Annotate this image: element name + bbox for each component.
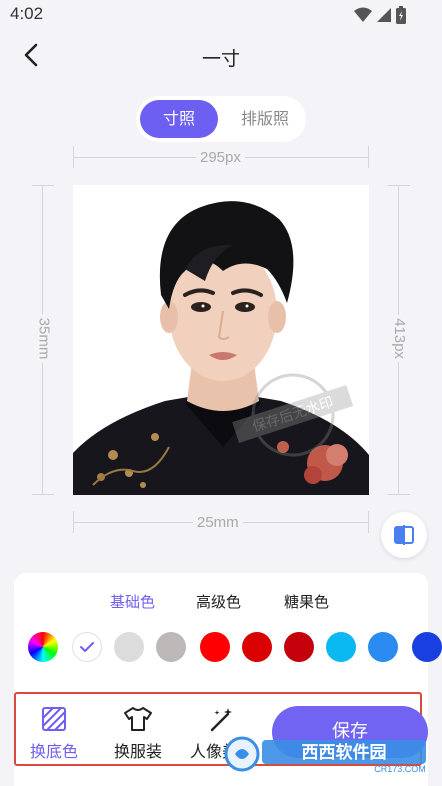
swatch-light-gray[interactable] xyxy=(114,632,144,662)
tab-single-photo[interactable]: 寸照 xyxy=(140,100,218,138)
status-icons xyxy=(354,6,406,28)
dim-tick xyxy=(368,146,369,168)
wifi-icon xyxy=(354,7,372,27)
swatch-dark-red[interactable] xyxy=(242,632,272,662)
compare-button[interactable] xyxy=(381,512,427,558)
height-mm-label: 35mm xyxy=(35,314,53,363)
magic-wand-icon xyxy=(210,708,232,732)
photo-type-segmented: 寸照 排版照 xyxy=(136,96,306,142)
portrait-image: 保存后无水印 xyxy=(73,185,369,495)
swatch-sky-blue[interactable] xyxy=(326,632,356,662)
change-clothes-tool[interactable]: 换服装 xyxy=(114,706,162,762)
width-px-label: 295px xyxy=(196,149,245,166)
dim-tick xyxy=(32,494,54,495)
page-title: 一寸 xyxy=(201,48,240,70)
background-pattern-icon xyxy=(42,707,66,731)
dim-tick xyxy=(73,511,74,533)
dim-tick xyxy=(73,146,74,168)
change-background-tool[interactable]: 换底色 xyxy=(30,706,78,762)
dim-tick xyxy=(388,185,410,186)
swatch-blue[interactable] xyxy=(368,632,398,662)
color-swatch-row xyxy=(14,632,442,666)
dim-tick xyxy=(388,494,410,495)
id-photo: 保存后无水印 xyxy=(73,185,369,495)
swatch-custom-color[interactable] xyxy=(28,632,58,662)
status-time: 4:02 xyxy=(10,4,44,23)
tab-advanced-colors[interactable]: 高级色 xyxy=(196,591,241,612)
site-watermark-brand: 西西软件园 xyxy=(302,742,387,763)
site-watermark: 西西软件园 CR173.COM xyxy=(220,734,432,774)
tshirt-icon xyxy=(124,707,152,731)
compare-icon xyxy=(394,525,414,545)
nav-bar: 一寸 xyxy=(0,34,442,78)
status-bar: 4:02 xyxy=(0,0,442,30)
dim-tick xyxy=(368,511,369,533)
swatch-gray[interactable] xyxy=(156,632,186,662)
battery-icon xyxy=(396,6,406,28)
width-mm-label: 25mm xyxy=(193,514,243,531)
check-icon xyxy=(80,642,94,652)
swatch-crimson[interactable] xyxy=(284,632,314,662)
swatch-royal-blue[interactable] xyxy=(412,632,442,662)
height-px-label: 413px xyxy=(390,315,408,362)
change-background-label: 换底色 xyxy=(30,742,79,761)
signal-icon xyxy=(376,7,392,27)
swatch-white-selected[interactable] xyxy=(72,632,102,662)
swatch-red[interactable] xyxy=(200,632,230,662)
tab-candy-colors[interactable]: 糖果色 xyxy=(284,591,329,612)
site-logo-icon: 西西软件园 CR173.COM xyxy=(224,736,426,774)
change-clothes-label: 换服装 xyxy=(114,742,163,761)
site-watermark-url: CR173.COM xyxy=(374,764,426,774)
tab-basic-colors[interactable]: 基础色 xyxy=(110,591,155,612)
dim-tick xyxy=(32,185,54,186)
tab-layout-photo[interactable]: 排版照 xyxy=(228,100,302,138)
